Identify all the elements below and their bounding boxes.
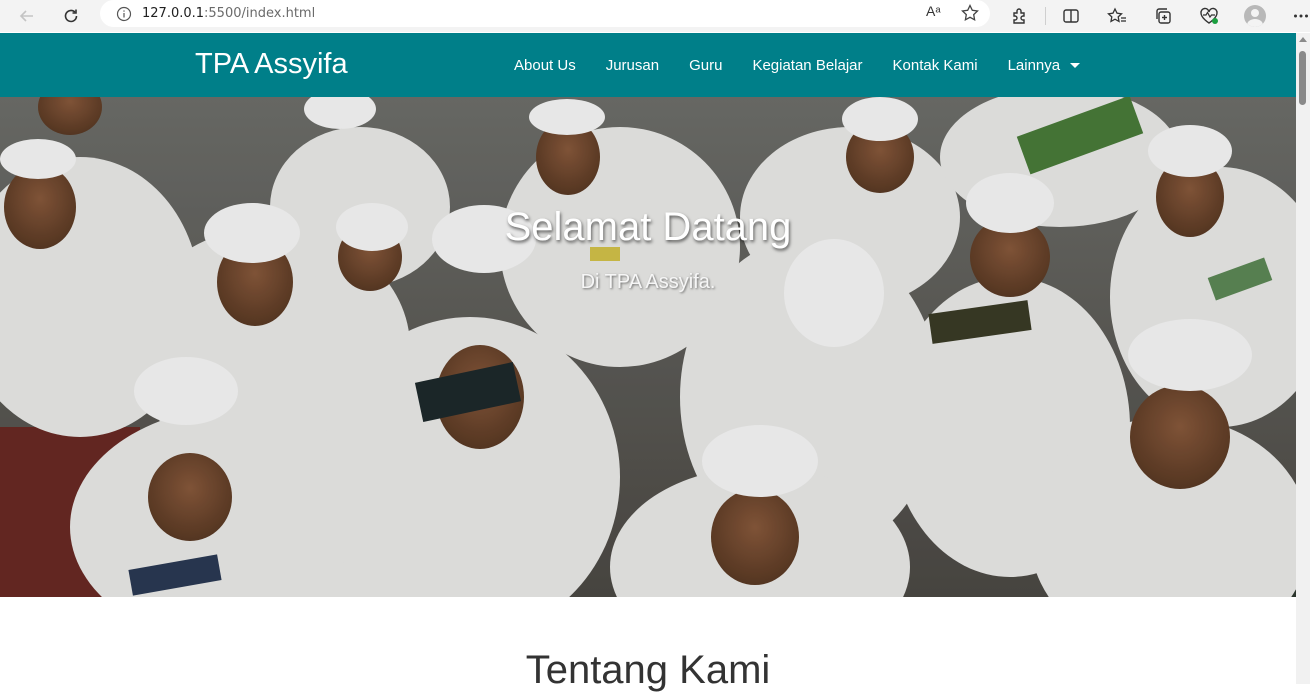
browser-essentials-button[interactable] xyxy=(1194,1,1224,31)
nav-lainnya[interactable]: Lainnya xyxy=(1008,57,1061,74)
favorites-button[interactable] xyxy=(1102,1,1132,31)
browser-toolbar: 127.0.0.1:5500/index.html Aᵃ xyxy=(0,0,1310,32)
url-path: :5500/index.html xyxy=(204,6,316,21)
avatar xyxy=(1244,5,1266,27)
split-screen-button[interactable] xyxy=(1056,1,1086,31)
favorites-icon xyxy=(1107,7,1126,23)
nav-links: About Us Jurusan Guru Kegiatan Belajar K… xyxy=(514,57,1090,74)
arrow-left-icon xyxy=(19,10,33,22)
ellipsis-icon xyxy=(1294,14,1308,18)
heart-pulse-icon xyxy=(1200,7,1218,24)
profile-button[interactable] xyxy=(1240,1,1270,31)
brand-logo-text[interactable]: TPA Assyifa xyxy=(195,48,348,81)
puzzle-icon xyxy=(1013,8,1025,24)
url-text[interactable]: 127.0.0.1:5500/index.html xyxy=(142,6,315,21)
info-icon[interactable] xyxy=(116,6,132,22)
reload-button[interactable] xyxy=(56,1,86,31)
hero-subtitle: Di TPA Assyifa. xyxy=(580,271,716,293)
hero-title: Selamat Datang xyxy=(504,205,792,249)
reload-icon xyxy=(64,9,78,23)
nav-about-us[interactable]: About Us xyxy=(514,57,576,74)
section-title-about: Tentang Kami xyxy=(525,648,771,692)
collections-icon xyxy=(1156,8,1171,24)
page-scrollbar[interactable] xyxy=(1296,33,1310,684)
read-aloud-icon[interactable]: Aᵃ xyxy=(926,3,946,23)
nav-jurusan[interactable]: Jurusan xyxy=(606,57,659,74)
nav-guru[interactable]: Guru xyxy=(689,57,722,74)
favorite-star-icon[interactable] xyxy=(960,3,980,23)
address-bar[interactable]: 127.0.0.1:5500/index.html Aᵃ xyxy=(100,0,990,27)
hero-photo xyxy=(0,97,1296,597)
hero-banner: Selamat Datang Di TPA Assyifa. xyxy=(0,97,1296,597)
back-button[interactable] xyxy=(12,1,42,31)
split-screen-icon xyxy=(1063,9,1079,23)
nav-kontak-kami[interactable]: Kontak Kami xyxy=(893,57,978,74)
more-options-button[interactable] xyxy=(1286,1,1310,31)
toolbar-divider xyxy=(1045,7,1046,25)
url-host: 127.0.0.1 xyxy=(142,6,205,21)
scroll-up-arrow-icon[interactable] xyxy=(1299,37,1307,42)
site-navbar: TPA Assyifa About Us Jurusan Guru Kegiat… xyxy=(0,33,1296,97)
collections-button[interactable] xyxy=(1148,1,1178,31)
nav-kegiatan-belajar[interactable]: Kegiatan Belajar xyxy=(752,57,862,74)
scroll-thumb[interactable] xyxy=(1299,51,1306,105)
extensions-button[interactable] xyxy=(1005,1,1035,31)
dropdown-caret-icon[interactable] xyxy=(1070,63,1080,68)
